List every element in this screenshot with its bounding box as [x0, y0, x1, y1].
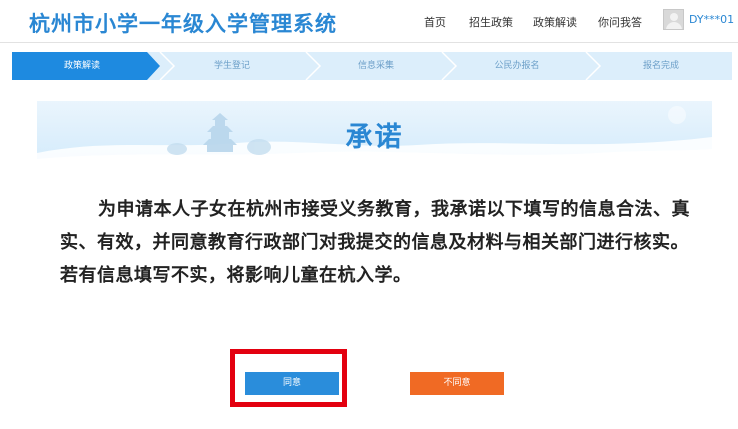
site-title: 杭州市小学一年级入学管理系统	[29, 12, 337, 36]
pledge-banner: 承诺	[37, 101, 712, 163]
nav-policy-interpretation[interactable]: 政策解读	[533, 14, 577, 30]
top-header: 杭州市小学一年级入学管理系统 首页 招生政策 政策解读 你问我答 DY***01	[0, 0, 738, 42]
header-divider	[0, 42, 738, 43]
nav-faq[interactable]: 你问我答	[598, 14, 642, 30]
pledge-text: 为申请本人子女在杭州市接受义务教育，我承诺以下填写的信息合法、真实、有效，并同意…	[60, 199, 690, 286]
user-name[interactable]: DY***01	[689, 13, 734, 26]
avatar-body-shape	[666, 22, 682, 29]
step-student-registration: 学生登记	[213, 61, 250, 71]
agree-button[interactable]: 同意	[245, 372, 339, 395]
disagree-button[interactable]: 不同意	[410, 372, 504, 395]
user-avatar-icon[interactable]	[663, 9, 684, 30]
banner-title: 承诺	[345, 122, 404, 153]
nav-enrollment-policy[interactable]: 招生政策	[469, 14, 513, 30]
step-school-application: 公民办报名	[494, 61, 540, 71]
progress-steps: 政策解读 学生登记 信息采集 公民办报名 报名完成	[0, 46, 738, 86]
step-information-collection: 信息采集	[357, 61, 394, 71]
step-policy-interpretation: 政策解读	[63, 61, 100, 71]
page: 杭州市小学一年级入学管理系统 首页 招生政策 政策解读 你问我答 DY***01…	[0, 0, 738, 429]
avatar-head-shape	[670, 13, 678, 21]
step-application-complete: 报名完成	[642, 61, 679, 71]
nav-home[interactable]: 首页	[424, 14, 446, 30]
